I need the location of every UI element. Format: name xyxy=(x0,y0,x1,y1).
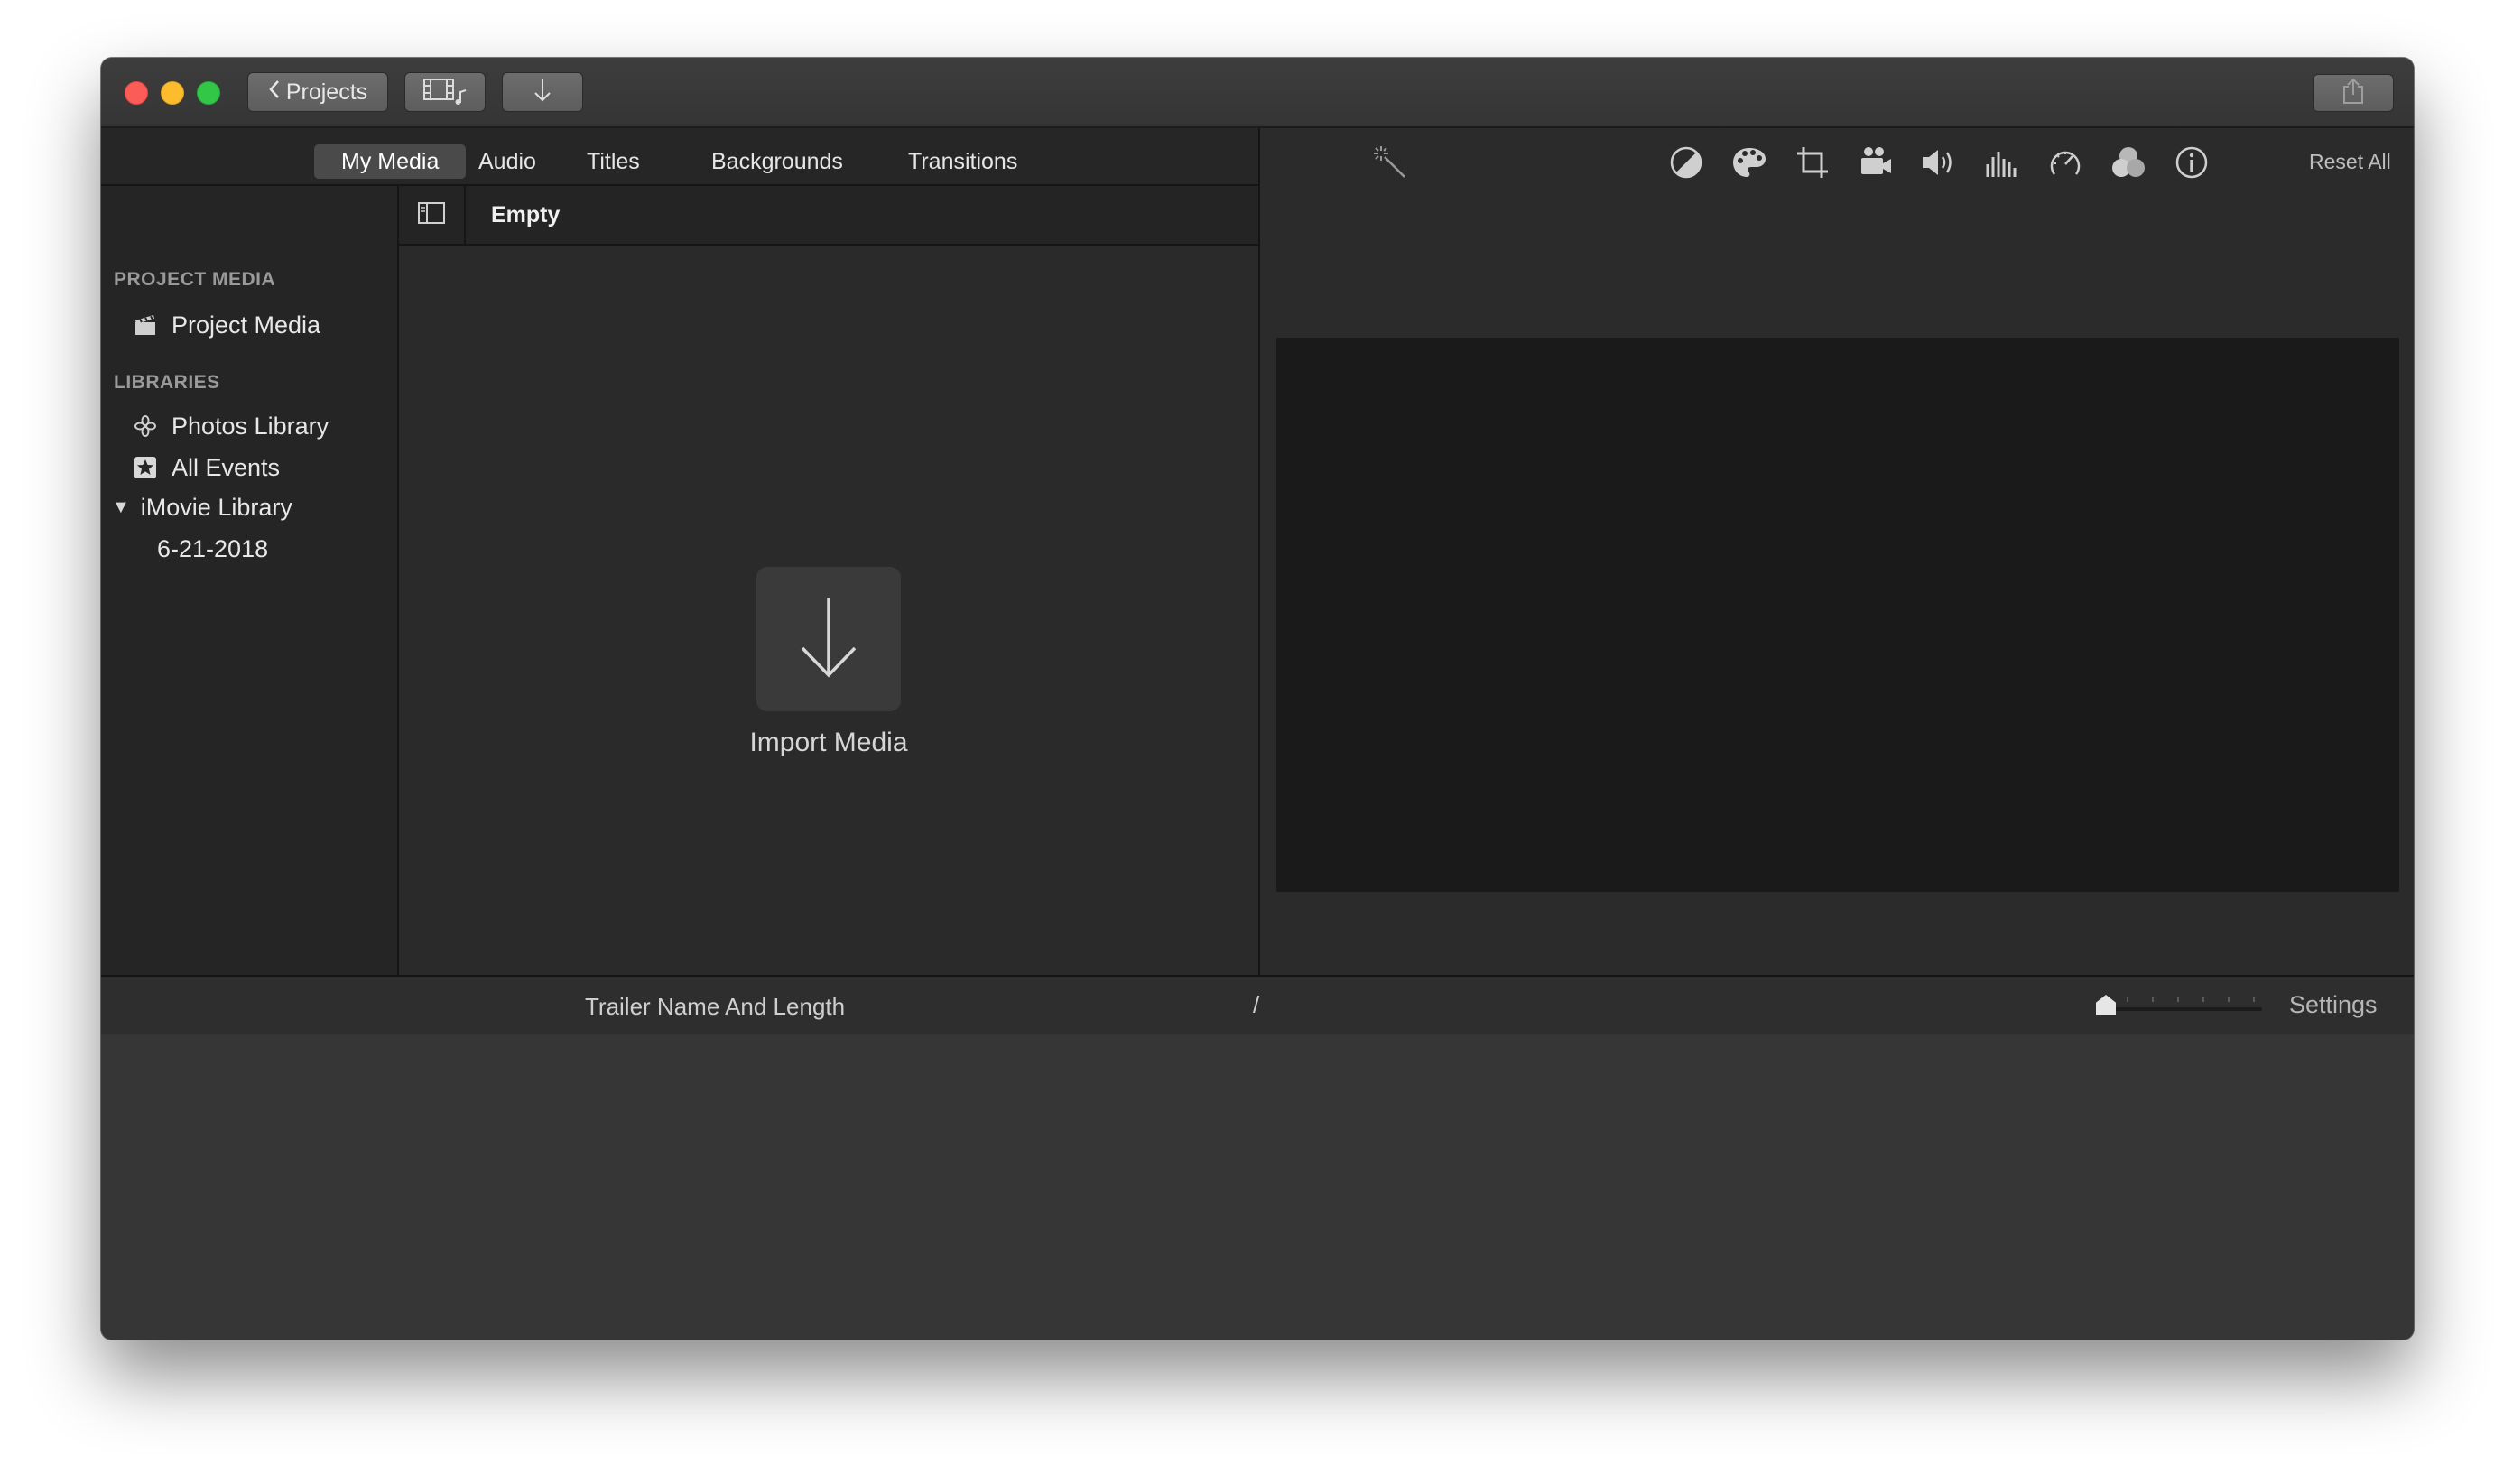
equalizer-icon[interactable] xyxy=(1982,143,2022,182)
tab-backgrounds[interactable]: Backgrounds xyxy=(684,144,870,179)
sidebar-item-project-media[interactable]: Project Media xyxy=(134,307,320,343)
sidebar-item-imovie-library[interactable]: ▼ iMovie Library xyxy=(112,489,292,525)
projects-back-button[interactable]: Projects xyxy=(247,72,388,112)
zoom-tick xyxy=(2253,997,2255,1002)
adjustment-toolbar: Reset All xyxy=(1260,128,2414,200)
import-button[interactable] xyxy=(502,72,583,112)
libraries-heading: LIBRARIES xyxy=(114,372,220,393)
media-browser-button[interactable] xyxy=(404,72,486,112)
timeline-header-bar: Trailer Name And Length / Settings xyxy=(101,975,2414,1036)
disclosure-triangle-icon[interactable]: ▼ xyxy=(112,497,130,518)
library-sidebar: PROJECT MEDIA Project Media LIBRARIES Ph… xyxy=(101,186,399,975)
zoom-slider-knob[interactable] xyxy=(2096,995,2116,1015)
photos-flower-icon xyxy=(134,414,157,438)
sidebar-item-label: Photos Library xyxy=(172,412,329,440)
clip-filter-icon[interactable] xyxy=(2109,143,2148,182)
sidebar-item-label: Project Media xyxy=(172,311,321,339)
share-icon xyxy=(2341,78,2365,109)
zoom-window-button[interactable] xyxy=(197,81,220,105)
chevron-left-icon xyxy=(268,79,281,106)
minimize-window-button[interactable] xyxy=(161,81,184,105)
tab-transitions[interactable]: Transitions xyxy=(881,144,1044,179)
timeline-area[interactable] xyxy=(101,1034,2414,1340)
zoom-tick xyxy=(2127,997,2128,1002)
film-music-icon xyxy=(422,76,468,109)
reset-all-button[interactable]: Reset All xyxy=(2309,150,2391,174)
sidebar-toggle-icon xyxy=(418,201,445,228)
filter-label[interactable]: Empty xyxy=(491,202,560,228)
share-button[interactable] xyxy=(2313,74,2394,112)
color-balance-icon[interactable] xyxy=(1666,143,1706,182)
zoom-tick xyxy=(2202,997,2204,1002)
browser-tab-bar: My Media Audio Titles Backgrounds Transi… xyxy=(101,128,1258,186)
sidebar-item-event-date[interactable]: 6-21-2018 xyxy=(157,531,268,567)
stabilization-icon[interactable] xyxy=(1856,143,1896,182)
star-box-icon xyxy=(134,456,157,479)
clapperboard-icon xyxy=(134,313,157,337)
zoom-tick xyxy=(2228,997,2230,1002)
imovie-window: Projects My Media Audio Titles Backgroun… xyxy=(101,58,2414,1340)
zoom-slider-track[interactable] xyxy=(2105,1007,2262,1011)
tab-my-media[interactable]: My Media xyxy=(314,144,467,179)
arrow-down-icon xyxy=(533,78,552,107)
sidebar-item-photos-library[interactable]: Photos Library xyxy=(134,408,329,444)
sidebar-item-label: 6-21-2018 xyxy=(157,534,269,562)
media-browser-content: Empty Import Media xyxy=(399,186,1258,975)
sidebar-item-all-events[interactable]: All Events xyxy=(134,450,280,486)
crop-icon[interactable] xyxy=(1793,143,1832,182)
speed-icon[interactable] xyxy=(2045,143,2085,182)
trailer-name-label: Trailer Name And Length xyxy=(585,993,846,1020)
sidebar-item-label: All Events xyxy=(172,453,281,481)
timecode-separator: / xyxy=(1253,991,1260,1018)
import-media-button[interactable] xyxy=(756,567,901,711)
magic-wand-icon[interactable] xyxy=(1370,143,1410,182)
close-window-button[interactable] xyxy=(125,81,148,105)
tab-audio[interactable]: Audio xyxy=(451,144,563,179)
color-correction-icon[interactable] xyxy=(1729,143,1769,182)
tab-titles[interactable]: Titles xyxy=(560,144,667,179)
volume-icon[interactable] xyxy=(1919,143,1959,182)
import-media-label[interactable]: Import Media xyxy=(697,728,960,758)
project-media-heading: PROJECT MEDIA xyxy=(114,269,276,290)
content-filter-bar: Empty xyxy=(399,186,1258,246)
sidebar-item-label: iMovie Library xyxy=(140,493,292,521)
video-preview[interactable] xyxy=(1276,338,2399,892)
settings-button[interactable]: Settings xyxy=(2289,991,2378,1019)
zoom-tick xyxy=(2177,997,2179,1002)
info-icon[interactable] xyxy=(2172,143,2212,182)
sidebar-toggle-button[interactable] xyxy=(399,186,466,244)
zoom-tick xyxy=(2152,997,2154,1002)
projects-label: Projects xyxy=(285,79,368,105)
viewer-pane: Reset All xyxy=(1260,128,2414,975)
import-arrow-icon xyxy=(797,594,860,685)
title-bar: Projects xyxy=(101,58,2414,128)
